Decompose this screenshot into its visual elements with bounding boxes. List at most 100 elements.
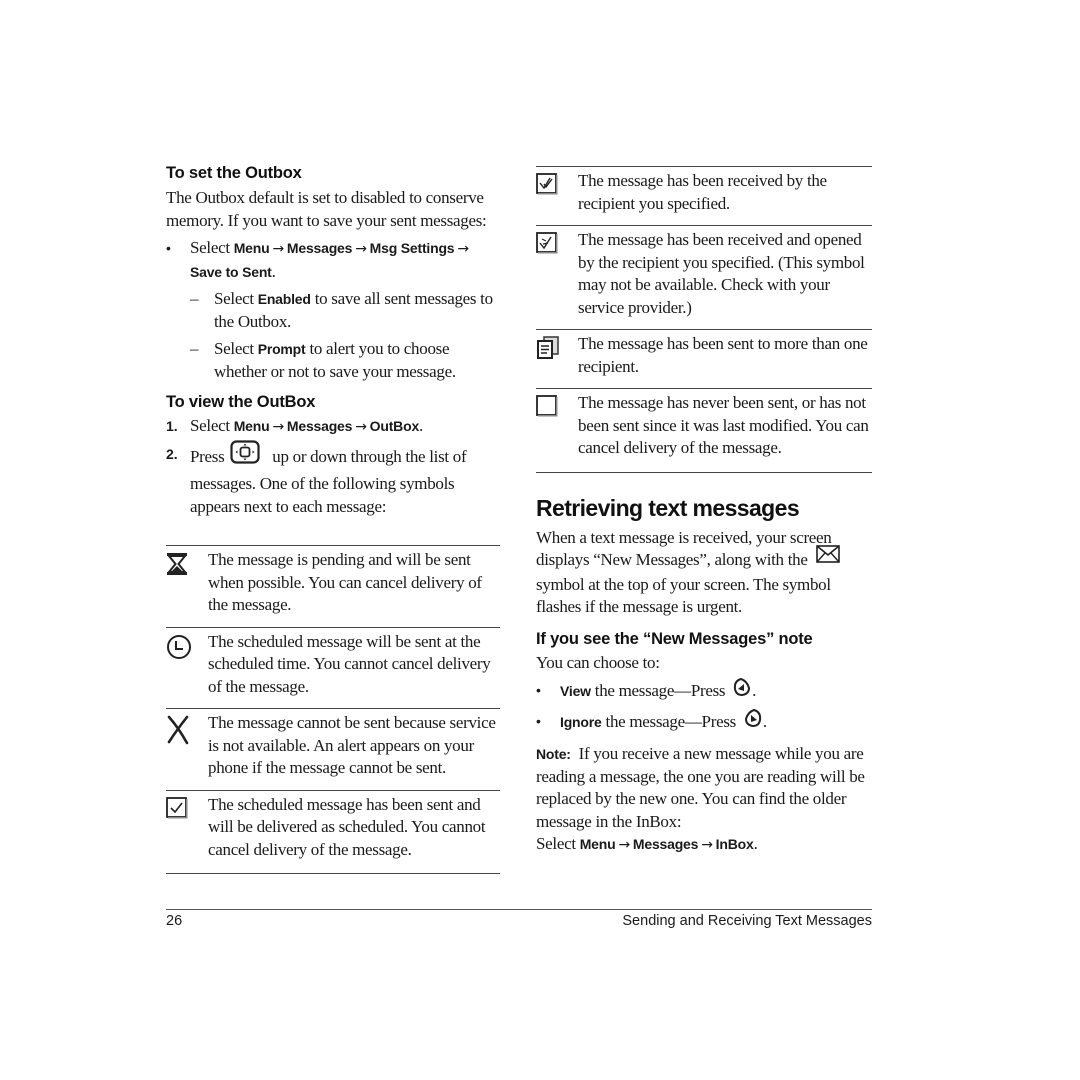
left-symbol-table: The message is pending and will be sent … [166,545,500,874]
step-number: 2. [166,445,178,462]
option-ignore: • Ignore the message—Press . [536,708,872,737]
option-keyword: View [560,683,591,700]
path-step-menu: Menu [233,240,270,256]
set-outbox-intro: The Outbox default is set to disabled to… [166,188,487,230]
step-suffix: . [419,416,423,435]
right-column: The message has been received by the rec… [536,162,872,857]
step-prefix: Select [190,416,234,435]
symbol-row-received: The message has been received by the rec… [536,167,872,226]
sub-item-enabled: – Select Enabled to save all sent messag… [190,288,500,333]
arrow-icon: → [355,419,367,435]
arrow-icon: → [618,837,630,853]
sub-item-text: Select Prompt to alert you to choose whe… [214,338,500,383]
symbol-row-sent-scheduled: The scheduled message has been sent and … [166,791,500,874]
bullet-glyph: • [166,240,171,256]
hourglass-icon [166,549,208,617]
symbol-description: The message cannot be sent because servi… [208,713,496,777]
received-check-icon [536,170,578,215]
sub-item-prefix: Select [214,289,258,308]
option-text: View the message—Press . [560,677,757,706]
sub-item-keyword: Enabled [257,291,311,307]
option-desc: the message—Press [601,711,740,731]
symbol-row-multiple: The message has been sent to more than o… [536,330,872,389]
path-step-msg-settings: Msg Settings [369,240,455,256]
symbol-row-scheduled: The scheduled message will be sent at th… [166,628,500,709]
view-outbox-step-1: 1. Select Menu → Messages → OutBox. [166,415,500,439]
symbol-row-opened: The message has been received and opened… [536,226,872,330]
symbol-description: The message has never been sent, or has … [578,393,869,457]
inbox-path: Select Menu → Messages → InBox. [536,833,872,857]
path-step-messages: Messages [286,240,353,256]
empty-box-icon [536,392,578,460]
path-step-menu: Menu [579,836,616,852]
page-number: 26 [166,913,183,929]
note-paragraph: Note: If you receive a new message while… [536,743,872,833]
note-label: Note: [536,746,571,762]
step-prefix: Press [190,446,229,466]
symbol-description: The message has been received by the rec… [578,171,827,213]
bullet-glyph: • [536,682,541,698]
path-step-save-to-sent: Save to Sent [190,263,272,280]
note-text: If you receive a new message while you a… [536,744,869,831]
symbol-description: The scheduled message has been sent and … [208,794,486,859]
symbol-row-pending: The message is pending and will be sent … [166,546,500,628]
option-keyword: Ignore [560,713,602,730]
page-footer: 26 Sending and Receiving Text Messages [166,909,872,929]
symbol-description: The message has been received and opened… [578,230,865,317]
step-text: Select Menu → Messages → OutBox. [190,415,423,439]
navigation-key-icon [230,439,260,471]
path-step-inbox: InBox [715,836,754,852]
symbol-row-failed: The message cannot be sent because servi… [166,709,500,791]
dash-glyph: – [190,289,199,308]
arrow-icon: → [457,241,469,257]
set-outbox-heading: To set the Outbox [166,164,302,182]
dash-glyph: – [190,339,199,358]
option-desc: the message—Press [590,681,730,701]
option-suffix: . [752,681,757,701]
x-mark-icon [166,712,208,780]
clock-icon [166,631,208,699]
set-outbox-bullet: • Select Menu → Messages → Msg Settings → Save… [166,237,500,283]
arrow-icon: → [701,837,713,853]
path-suffix: . [753,834,758,853]
set-outbox-path: Select Menu → Messages → Msg Settings → Save t… [190,237,472,283]
retrieving-title: Retrieving text messages [536,494,800,521]
option-text: Ignore the message—Press . [560,708,767,737]
intro-text-before: When a text message is received, your sc… [536,527,832,570]
path-step-menu: Menu [233,418,270,434]
left-softkey-icon [732,677,752,704]
view-outbox-heading: To view the OutBox [166,393,316,411]
bullet-glyph: • [536,712,541,729]
arrow-icon: → [272,241,284,257]
arrow-icon: → [355,241,367,257]
view-outbox-step-2: 2. Press up or down through the list of … [166,439,500,519]
step-text: Press up or down through the list of mes… [190,439,500,519]
path-prefix: Select [190,238,234,257]
sub-item-prefix: Select [214,339,258,358]
chapter-title: Sending and Receiving Text Messages [622,913,872,929]
sub-item-text: Select Enabled to save all sent messages… [214,288,500,333]
checkbox-checked-icon [166,794,208,862]
set-outbox-sub-items: – Select Enabled to save all sent messag… [166,288,500,383]
path-suffix: . [271,261,276,281]
path-step-outbox: OutBox [369,418,420,434]
symbol-row-never-sent: The message has never been sent, or has … [536,389,872,473]
opened-check-icon [536,229,578,319]
envelope-icon [815,545,840,570]
step-number: 1. [166,418,178,434]
left-column: To set the Outbox The Outbox default is … [166,162,500,874]
path-prefix: Select [536,834,580,853]
intro-text-after: symbol at the top of your screen. The sy… [536,574,831,617]
sub-item-keyword: Prompt [257,341,306,357]
sub-item-prompt: – Select Prompt to alert you to choose w… [190,338,500,383]
choose-text: You can choose to: [536,652,660,672]
right-softkey-icon [743,708,763,735]
path-step-messages: Messages [286,418,353,434]
retrieving-intro: When a text message is received, your sc… [536,527,872,619]
path-step-messages: Messages [632,836,699,852]
right-symbol-table: The message has been received by the rec… [536,166,872,473]
symbol-description: The message has been sent to more than o… [578,334,868,376]
option-suffix: . [762,711,767,731]
symbol-description: The message is pending and will be sent … [208,550,482,614]
symbol-description: The scheduled message will be sent at th… [208,631,491,696]
